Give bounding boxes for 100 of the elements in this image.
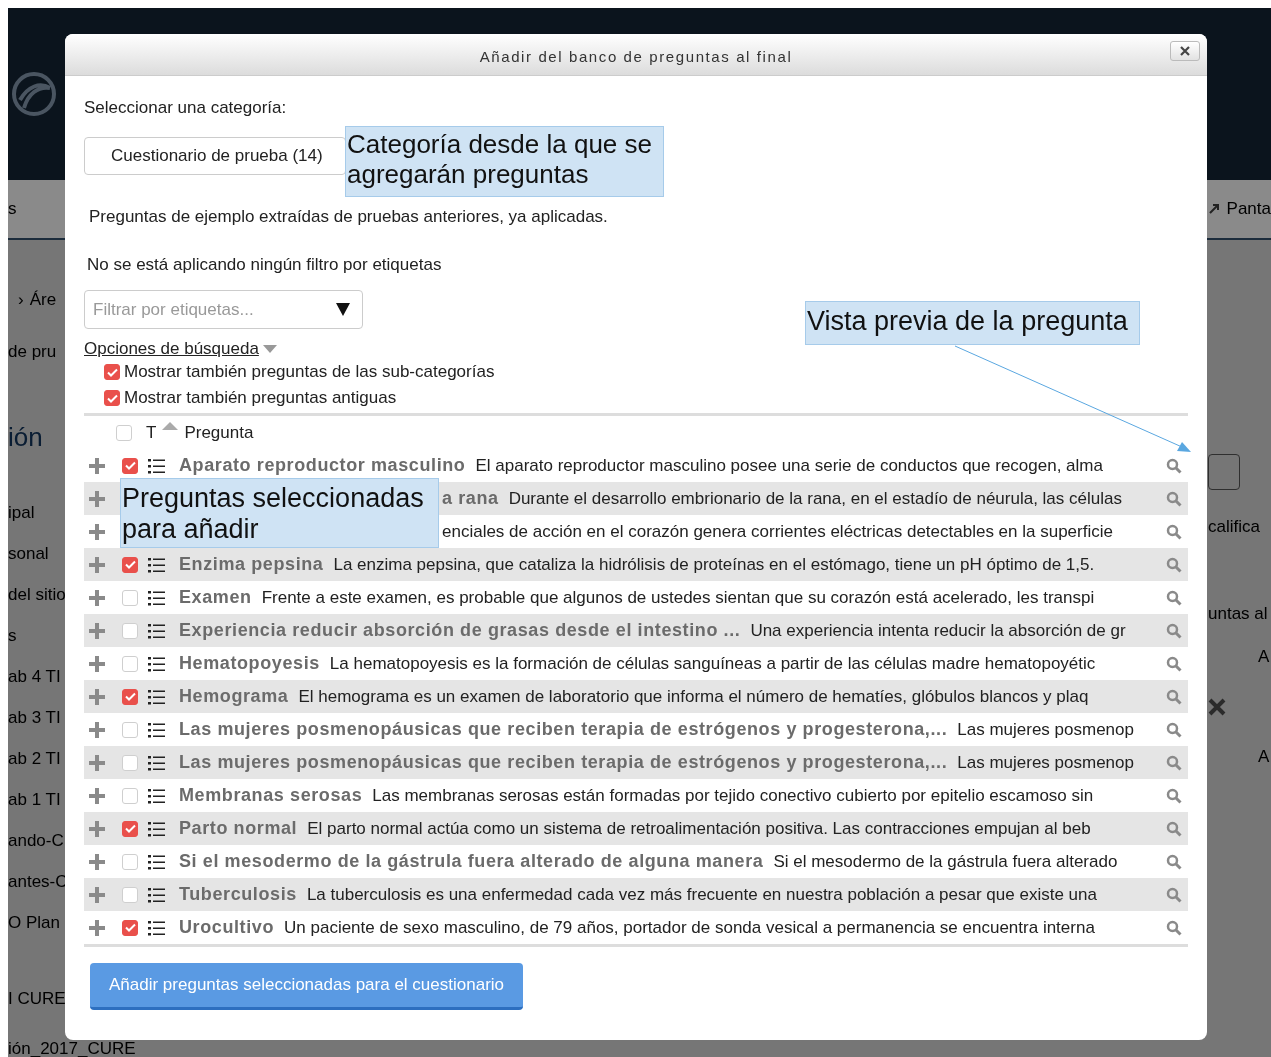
plus-icon[interactable] [88, 720, 106, 739]
arrow-icon [1208, 204, 1219, 214]
list-icon [148, 457, 165, 474]
close-button[interactable] [1170, 41, 1200, 61]
question-name: a rana [442, 488, 499, 509]
list-icon [148, 853, 165, 870]
background-text: A [1257, 646, 1270, 668]
sidebar-item: I CURE [8, 988, 66, 1010]
question-name: Parto normal [179, 818, 298, 839]
breadcrumb-separator: › [17, 289, 24, 311]
search-icon[interactable] [1166, 688, 1182, 705]
question-text: El hemograma es un examen de laboratorio que informa el número de hematíes, glóbulos blancos y plaq [298, 686, 1090, 707]
search-options-link[interactable]: Opciones de búsqueda [84, 339, 259, 359]
search-icon[interactable] [1166, 919, 1182, 936]
plus-icon[interactable] [88, 588, 106, 607]
checkbox[interactable] [122, 886, 138, 903]
checkbox[interactable] [104, 390, 120, 406]
question-name: Hemograma [179, 686, 289, 707]
list-icon [148, 919, 165, 936]
search-icon[interactable] [1166, 754, 1182, 771]
annotation-note: Vista previa de la pregunta [805, 301, 1140, 345]
search-icon[interactable] [1166, 490, 1182, 507]
nav-text: Panta [1226, 199, 1271, 219]
checkbox[interactable] [122, 919, 138, 936]
plus-icon[interactable] [88, 621, 106, 640]
question-name: Aparato reproductor masculino [179, 455, 466, 476]
search-icon[interactable] [1166, 622, 1182, 639]
background-text: untas al [1208, 603, 1268, 625]
plus-icon[interactable] [88, 885, 106, 904]
plus-icon[interactable] [88, 918, 106, 937]
sidebar-item: ab 2 TI [8, 748, 61, 770]
search-icon[interactable] [1166, 787, 1182, 804]
background-text: A [1257, 746, 1270, 768]
checkbox[interactable] [122, 688, 138, 705]
plus-icon[interactable] [88, 456, 106, 475]
sidebar-item: s [8, 625, 17, 647]
plus-icon[interactable] [88, 852, 106, 871]
sidebar-item: ipal [8, 502, 35, 524]
plus-icon[interactable] [88, 786, 106, 805]
question-text: La enzima pepsina, que cataliza la hidrólisis de proteínas en el estómago, tiene un pH óptimo de 1,5. [333, 554, 1096, 575]
checkbox[interactable] [122, 655, 138, 672]
search-icon[interactable] [1166, 886, 1182, 903]
plus-icon[interactable] [88, 489, 106, 508]
list-icon [148, 886, 165, 903]
search-icon[interactable] [1166, 523, 1182, 540]
list-icon [148, 688, 165, 705]
page-subtitle: de pru [8, 341, 57, 363]
column-header[interactable]: T [146, 422, 157, 443]
plus-icon[interactable] [88, 555, 106, 574]
list-icon [148, 820, 165, 837]
option-label: Mostrar también preguntas de las sub-categorías [124, 362, 495, 382]
checkbox[interactable] [122, 787, 138, 804]
option-label: Mostrar también preguntas antiguas [124, 388, 397, 408]
background-text: califica [1208, 516, 1260, 538]
sidebar-item: O Plan [8, 912, 60, 934]
category-label: Seleccionar una categoría: [84, 98, 288, 118]
question-name: Las mujeres posmenopáusicas que reciben terapia de estrógenos y progesterona,... [179, 719, 948, 740]
checkbox[interactable] [122, 853, 138, 870]
sidebar-item: ando-C [8, 830, 64, 852]
plus-icon[interactable] [88, 522, 106, 541]
search-icon[interactable] [1166, 556, 1182, 573]
close-icon [1180, 46, 1190, 56]
checkbox[interactable] [104, 364, 120, 380]
plus-icon[interactable] [88, 654, 106, 673]
column-header[interactable]: Pregunta [184, 422, 254, 443]
sidebar-item: ab 4 TI [8, 666, 61, 688]
page-heading: ión [8, 421, 43, 454]
question-name: Experiencia reducir absorción de grasas desde el intestino ... [179, 620, 741, 641]
search-icon[interactable] [1166, 457, 1182, 474]
search-icon[interactable] [1166, 721, 1182, 738]
search-icon[interactable] [1166, 589, 1182, 606]
checkbox[interactable] [122, 457, 138, 474]
checkbox[interactable] [122, 721, 138, 738]
plus-icon[interactable] [88, 687, 106, 706]
category-info: Preguntas de ejemplo extraídas de pruebas anteriores, ya aplicadas. [88, 207, 609, 227]
question-name: Tuberculosis [179, 884, 297, 905]
search-icon[interactable] [1166, 655, 1182, 672]
caret-icon [262, 345, 277, 353]
question-text: Las membranas serosas están formadas por tejido conectivo cubierto por epitelio escamoso sin [372, 785, 1095, 806]
checkbox[interactable] [116, 424, 132, 441]
nav-text: s [8, 199, 17, 219]
checkbox[interactable] [122, 754, 138, 771]
question-text: enciales de acción en el corazón genera corrientes eléctricas detectables en la superficie [442, 521, 1114, 542]
checkbox[interactable] [122, 589, 138, 606]
checkbox[interactable] [122, 622, 138, 639]
sidebar-item: sonal [8, 543, 49, 565]
question-text: Frente a este examen, es probable que algunos de ustedes sientan que su corazón está acelerado, les transpi [261, 587, 1096, 608]
search-icon[interactable] [1166, 820, 1182, 837]
checkbox[interactable] [122, 820, 138, 837]
tag-filter-status: No se está aplicando ningún filtro por etiquetas [86, 255, 443, 275]
question-name: Hematopoyesis [179, 653, 320, 674]
question-name: Urocultivo [179, 917, 274, 938]
search-icon[interactable] [1166, 853, 1182, 870]
list-icon [148, 787, 165, 804]
checkbox[interactable] [122, 556, 138, 573]
sidebar-item: ión_2017_CURE [8, 1041, 136, 1057]
plus-icon[interactable] [88, 819, 106, 838]
sort-icon [162, 422, 179, 430]
question-name: Examen [179, 587, 252, 608]
plus-icon[interactable] [88, 753, 106, 772]
